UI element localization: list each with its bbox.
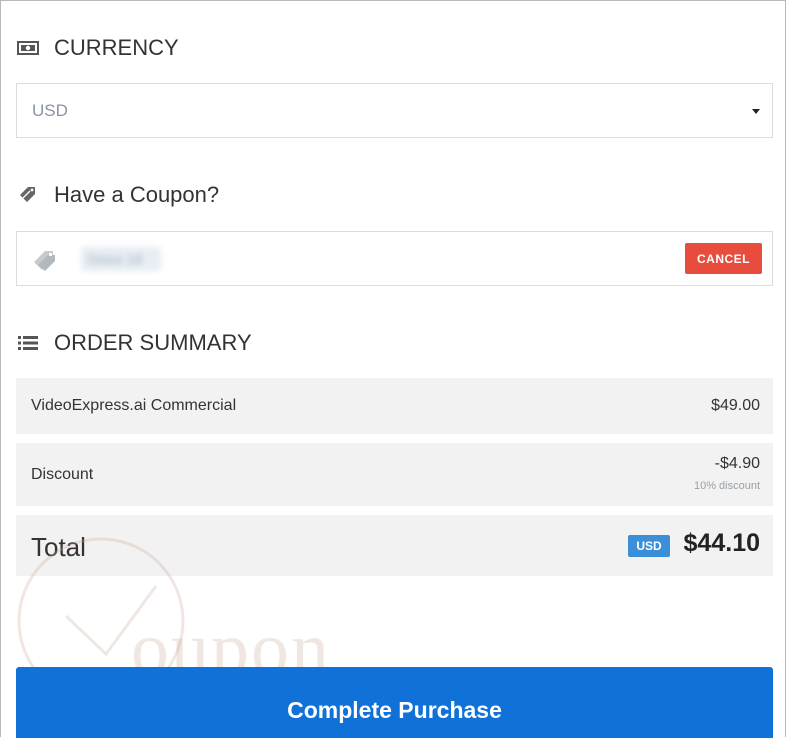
discount-label: Discount	[31, 466, 94, 483]
currency-title: CURRENCY	[54, 35, 179, 60]
line-item-label: VideoExpress.ai Commercial	[31, 397, 237, 414]
tags-icon	[31, 246, 59, 274]
caret-down-icon	[752, 109, 760, 114]
total-amount: $44.10	[683, 529, 760, 557]
checkout-panel: CURRENCY USD Have a Coupon? Gtsss 18 CAN…	[0, 0, 786, 738]
coupon-title: Have a Coupon?	[54, 182, 220, 207]
order-summary-heading: ORDER SUMMARY	[17, 330, 252, 356]
coupon-heading: Have a Coupon?	[17, 182, 219, 208]
cancel-coupon-button[interactable]: CANCEL	[685, 243, 762, 274]
coupon-code-value: Gtsss 18	[81, 247, 161, 271]
discount-row: Discount -$4.90 10% discount	[16, 443, 773, 506]
money-icon	[17, 37, 39, 59]
tag-icon	[17, 184, 39, 206]
total-row: Total USD $44.10	[16, 515, 773, 576]
list-icon	[17, 332, 39, 354]
line-item-price: $49.00	[711, 397, 760, 414]
discount-note: 10% discount	[693, 480, 760, 492]
discount-amount: -$4.90	[714, 455, 760, 472]
currency-heading: CURRENCY	[17, 35, 179, 61]
order-summary-title: ORDER SUMMARY	[54, 330, 252, 355]
currency-selected-value: USD	[32, 100, 68, 120]
total-label: Total	[31, 532, 86, 562]
complete-purchase-button[interactable]: Complete Purchase	[16, 667, 773, 738]
order-line-item: VideoExpress.ai Commercial $49.00	[16, 378, 773, 434]
coupon-field[interactable]: Gtsss 18 CANCEL	[16, 231, 773, 286]
currency-badge: USD	[628, 535, 670, 557]
currency-select[interactable]: USD	[16, 83, 773, 138]
